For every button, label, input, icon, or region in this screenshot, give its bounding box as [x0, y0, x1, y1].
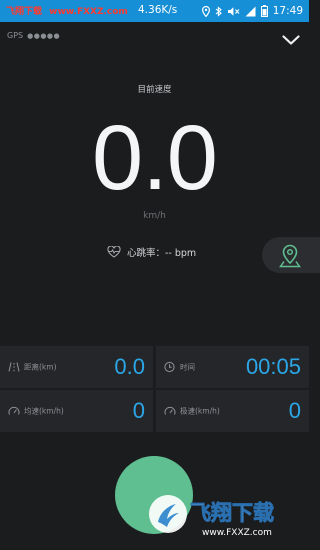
- watermark-title: 飞翔下载: [190, 501, 274, 525]
- stat-max-speed: 极速(km/h) 0: [156, 390, 309, 432]
- status-bar: 飞翔下载 www.FXXZ.com 4.36K/s 17:49: [0, 0, 309, 22]
- stat-avg-speed-value: 0: [132, 398, 145, 423]
- heart-rate-icon: [107, 246, 121, 258]
- speedometer-icon: [164, 406, 176, 415]
- heart-rate: 心跳率：-- bpm: [107, 245, 196, 259]
- status-icons: 17:49: [201, 3, 303, 19]
- stat-time: 时间 00:05: [156, 346, 309, 388]
- speed-value: 0.0: [92, 107, 218, 209]
- stat-distance: 距离(km) 0.0: [0, 346, 153, 388]
- location-icon: [201, 5, 210, 17]
- stat-max-speed-label: 极速(km/h): [180, 406, 220, 416]
- watermark-site: www.FXXZ.com: [202, 528, 272, 538]
- battery-icon: [260, 5, 268, 17]
- map-button[interactable]: [262, 237, 320, 273]
- speed-unit: km/h: [143, 211, 166, 221]
- mute-icon: [227, 6, 240, 16]
- map-pin-icon: [279, 244, 301, 268]
- stat-time-label: 时间: [180, 362, 195, 372]
- gps-label: GPS: [7, 31, 24, 40]
- stat-distance-value: 0.0: [114, 354, 145, 379]
- gps-indicator: GPS ●●●●●: [7, 31, 60, 40]
- status-brand-name: 飞翔下载: [6, 7, 43, 17]
- stat-avg-speed: 均速(km/h) 0: [0, 390, 153, 432]
- chevron-down-icon[interactable]: [282, 34, 300, 46]
- stats-grid: 距离(km) 0.0 时间 00:05 均速(km/h) 0 极速(km/h) …: [0, 346, 309, 432]
- status-site: www.FXXZ.com: [49, 7, 128, 17]
- road-icon: [8, 362, 20, 372]
- stat-avg-speed-label: 均速(km/h): [24, 406, 64, 416]
- network-speed: 4.36K/s: [138, 4, 178, 16]
- clock-icon: [164, 361, 175, 373]
- gps-signal-dots: ●●●●●: [27, 31, 61, 40]
- stat-max-speed-value: 0: [288, 398, 301, 423]
- speed-label: 目前速度: [137, 85, 172, 95]
- bluetooth-icon: [215, 5, 222, 17]
- status-brand: 飞翔下载 www.FXXZ.com: [6, 4, 128, 17]
- stat-distance-label: 距离(km): [24, 362, 57, 372]
- speedometer-icon: [8, 406, 20, 415]
- heart-rate-text: 心跳率：-- bpm: [127, 248, 197, 259]
- watermark-logo: 飞翔下载 www.FXXZ.com: [149, 495, 274, 538]
- signal-icon: [245, 6, 256, 16]
- clock: 17:49: [272, 5, 303, 17]
- stat-time-value: 00:05: [245, 354, 301, 379]
